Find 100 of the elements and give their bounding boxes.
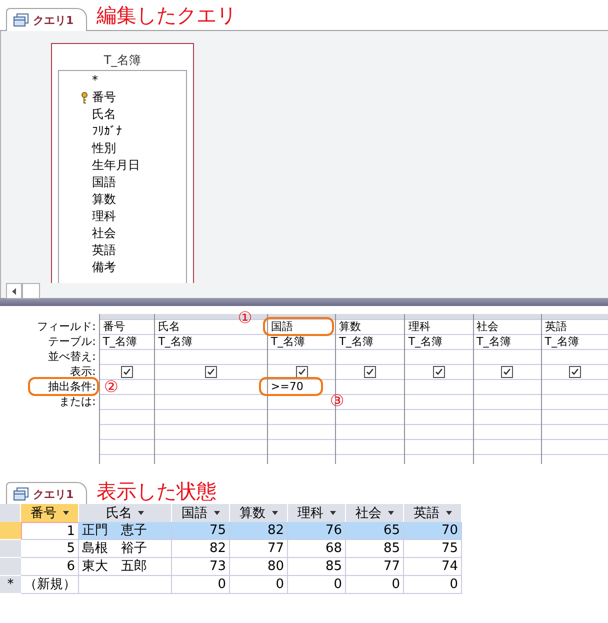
grid-cell[interactable]: T_名簿 <box>100 335 138 348</box>
annotation-heading: 編集したクエリ <box>96 2 237 28</box>
table-cell[interactable]: 82 <box>230 522 288 540</box>
field-name[interactable]: 国語 <box>92 175 116 190</box>
column-label: 英語 <box>414 505 440 522</box>
highlight-outline <box>28 377 99 396</box>
table-cell[interactable]: 77 <box>346 558 404 576</box>
row-label: テーブル: <box>48 335 96 348</box>
scroll-left-button[interactable] <box>6 283 22 299</box>
table-cell[interactable]: 77 <box>230 540 288 558</box>
field-name[interactable]: 英語 <box>92 243 116 258</box>
table-cell[interactable]: 東大 五郎 <box>79 558 172 576</box>
dropdown-arrow-icon[interactable] <box>138 511 144 515</box>
show-checkbox[interactable] <box>121 366 134 378</box>
column-header[interactable]: 番号 <box>21 504 79 522</box>
grid-cell[interactable]: 社会 <box>474 320 499 333</box>
grid-cell[interactable]: T_名簿 <box>268 335 306 348</box>
table-cell[interactable]: 75 <box>404 540 462 558</box>
show-checkbox[interactable] <box>501 366 514 378</box>
step-number: ② <box>104 379 118 395</box>
field-name[interactable]: 氏名 <box>92 107 116 122</box>
table-cell[interactable]: 70 <box>404 522 462 540</box>
field-name[interactable]: 社会 <box>92 226 116 241</box>
grid-cell[interactable]: 氏名 <box>155 320 180 333</box>
show-checkbox[interactable] <box>364 366 376 378</box>
table-cell[interactable]: 85 <box>288 558 346 576</box>
column-header[interactable]: 英語 <box>404 504 462 522</box>
query-tab[interactable]: クエリ1 <box>6 8 87 31</box>
show-checkbox[interactable] <box>432 366 445 378</box>
datasheet-icon <box>13 487 29 501</box>
table-cell[interactable]: 74 <box>404 558 462 576</box>
grid-cell[interactable]: T_名簿 <box>405 335 443 348</box>
field-name[interactable]: 備考 <box>92 260 116 275</box>
highlight-outline <box>262 317 334 336</box>
datasheet-icon <box>13 13 29 27</box>
grid-cell[interactable]: >=70 <box>268 380 304 393</box>
table-cell[interactable]: 0 <box>230 576 288 594</box>
dropdown-arrow-icon[interactable] <box>446 511 452 515</box>
dropdown-arrow-icon[interactable] <box>330 511 336 515</box>
table-cell[interactable]: 5 <box>21 540 79 558</box>
field-name[interactable]: 性別 <box>92 141 116 156</box>
grid-cell[interactable]: T_名簿 <box>336 335 374 348</box>
row-label: 並べ替え: <box>48 350 96 363</box>
dropdown-arrow-icon[interactable] <box>62 511 68 515</box>
row-label: または: <box>59 395 96 408</box>
table-title: T_名簿 <box>102 52 142 69</box>
column-label: 理科 <box>298 505 324 522</box>
grid-cell[interactable]: T_名簿 <box>474 335 511 348</box>
grid-cell[interactable]: T_名簿 <box>155 335 192 348</box>
dropdown-arrow-icon[interactable] <box>272 511 278 515</box>
new-record-marker: * <box>0 576 21 594</box>
table-cell[interactable]: 75 <box>172 522 230 540</box>
annotation-heading: 表示した状態 <box>96 478 217 504</box>
table-cell[interactable]: 68 <box>288 540 346 558</box>
table-cell[interactable]: （新規） <box>21 576 79 594</box>
grid-cell[interactable]: 算数 <box>336 320 362 333</box>
highlight-outline <box>258 377 324 396</box>
show-checkbox[interactable] <box>205 366 218 378</box>
field-name[interactable]: 生年月日 <box>92 158 140 173</box>
column-header[interactable]: 算数 <box>230 504 288 522</box>
table-cell[interactable]: 6 <box>21 558 79 576</box>
field-name[interactable]: 番号 <box>92 90 116 105</box>
field-name[interactable]: 理科 <box>92 209 116 224</box>
table-cell[interactable]: 0 <box>172 576 230 594</box>
show-checkbox[interactable] <box>568 366 581 378</box>
table-cell[interactable]: 73 <box>172 558 230 576</box>
grid-cell[interactable]: 英語 <box>542 320 567 333</box>
field-name[interactable]: * <box>92 73 98 88</box>
column-header[interactable]: 理科 <box>288 504 346 522</box>
table-cell[interactable] <box>79 576 172 594</box>
table-cell[interactable]: 正門 恵子 <box>79 522 172 540</box>
table-cell[interactable]: 76 <box>288 522 346 540</box>
grid-cell[interactable]: 国語 <box>268 320 293 333</box>
scroll-thumb[interactable] <box>22 283 40 299</box>
table-cell[interactable]: 82 <box>172 540 230 558</box>
query-tab[interactable]: クエリ1 <box>6 482 87 505</box>
table-cell[interactable]: 0 <box>404 576 462 594</box>
key-icon <box>80 92 88 104</box>
table-cell[interactable]: 島根 裕子 <box>79 540 172 558</box>
column-header[interactable]: 氏名 <box>79 504 172 522</box>
row-label: 抽出条件: <box>48 380 96 393</box>
step-number: ① <box>238 310 252 326</box>
grid-cell[interactable]: 番号 <box>100 320 125 333</box>
dropdown-arrow-icon[interactable] <box>388 511 394 515</box>
table-cell[interactable]: 0 <box>288 576 346 594</box>
table-cell[interactable]: 1 <box>21 522 79 540</box>
dropdown-arrow-icon[interactable] <box>214 511 220 515</box>
table-cell[interactable]: 0 <box>346 576 404 594</box>
field-name[interactable]: ﾌﾘｶﾞﾅ <box>92 124 122 139</box>
field-name[interactable]: 算数 <box>92 192 116 207</box>
grid-cell[interactable]: 理科 <box>405 320 430 333</box>
grid-cell[interactable]: T_名簿 <box>542 335 579 348</box>
column-header[interactable]: 社会 <box>346 504 404 522</box>
column-label: 国語 <box>182 505 208 522</box>
row-label: 表示: <box>70 365 96 378</box>
table-cell[interactable]: 80 <box>230 558 288 576</box>
column-header[interactable]: 国語 <box>172 504 230 522</box>
show-checkbox[interactable] <box>296 366 308 378</box>
table-cell[interactable]: 85 <box>346 540 404 558</box>
table-cell[interactable]: 65 <box>346 522 404 540</box>
